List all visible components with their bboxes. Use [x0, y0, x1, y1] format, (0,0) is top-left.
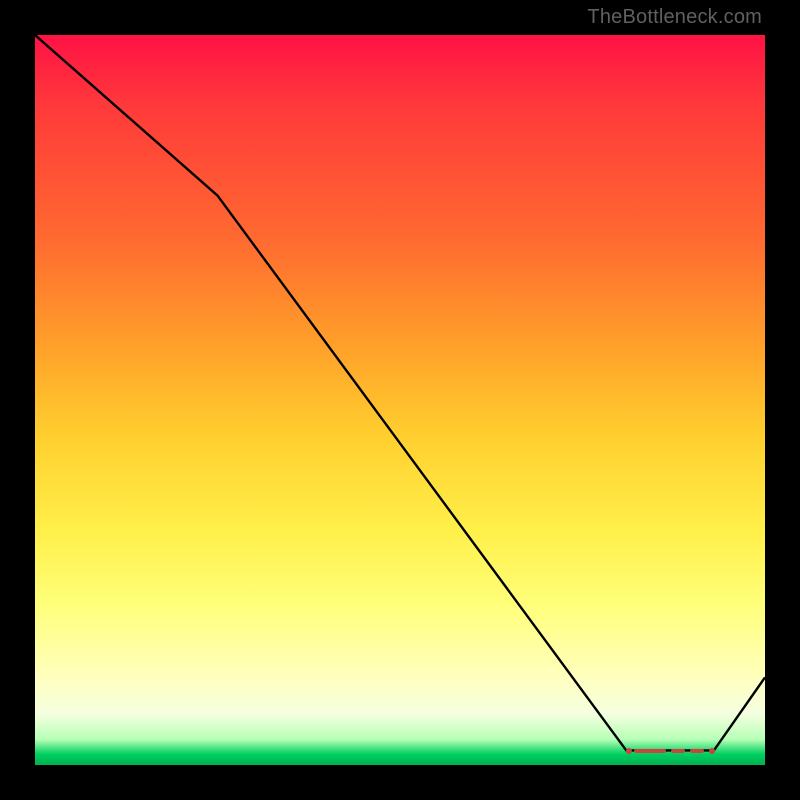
line-chart [35, 35, 765, 765]
plot-area [35, 35, 765, 765]
attribution-label: TheBottleneck.com [587, 6, 762, 29]
curve-path [35, 35, 765, 750]
chart-frame: TheBottleneck.com [0, 0, 800, 800]
